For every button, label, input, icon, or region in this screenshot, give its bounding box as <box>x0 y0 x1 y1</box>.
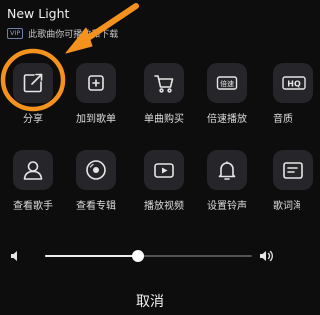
action-label: 音质 <box>273 114 293 125</box>
volume-low-icon <box>11 251 17 261</box>
quality-icon-text: HQ <box>287 80 301 89</box>
vip-notice-text: 此歌曲你可播放和下载 <box>28 29 119 40</box>
speed-icon-text: 倍速 <box>220 79 234 88</box>
volume-knob[interactable] <box>132 250 145 262</box>
cancel-button[interactable]: 取消 <box>0 291 300 311</box>
quality-icon: HQ <box>273 63 313 103</box>
album-icon <box>76 150 116 190</box>
action-label: 歌词海 <box>273 201 300 212</box>
action-label: 设置铃声 <box>207 201 247 212</box>
volume-slider[interactable] <box>0 244 300 268</box>
singer-icon <box>13 150 53 190</box>
video-icon <box>144 150 184 190</box>
action-label: 加到歌单 <box>76 114 116 125</box>
action-label: 查看歌手 <box>13 201 53 212</box>
cart-icon <box>144 63 184 103</box>
volume-track[interactable] <box>45 250 252 262</box>
share-icon <box>13 63 53 103</box>
action-label: 倍速播放 <box>207 114 247 125</box>
action-label: 查看专辑 <box>76 201 116 212</box>
volume-high-icon <box>260 250 273 262</box>
vip-notice: VIP 此歌曲你可播放和下载 <box>7 27 119 40</box>
vip-badge: VIP <box>7 27 24 39</box>
add-to-playlist-icon <box>76 63 116 103</box>
bell-icon <box>207 150 247 190</box>
action-label: 单曲购买 <box>144 114 184 125</box>
action-label: 分享 <box>23 114 43 125</box>
volume-fill <box>45 255 139 257</box>
action-label: 播放视频 <box>144 201 184 212</box>
speed-icon: 倍速 <box>207 63 247 103</box>
lyrics-icon <box>273 150 313 190</box>
song-title: New Light <box>7 6 70 21</box>
